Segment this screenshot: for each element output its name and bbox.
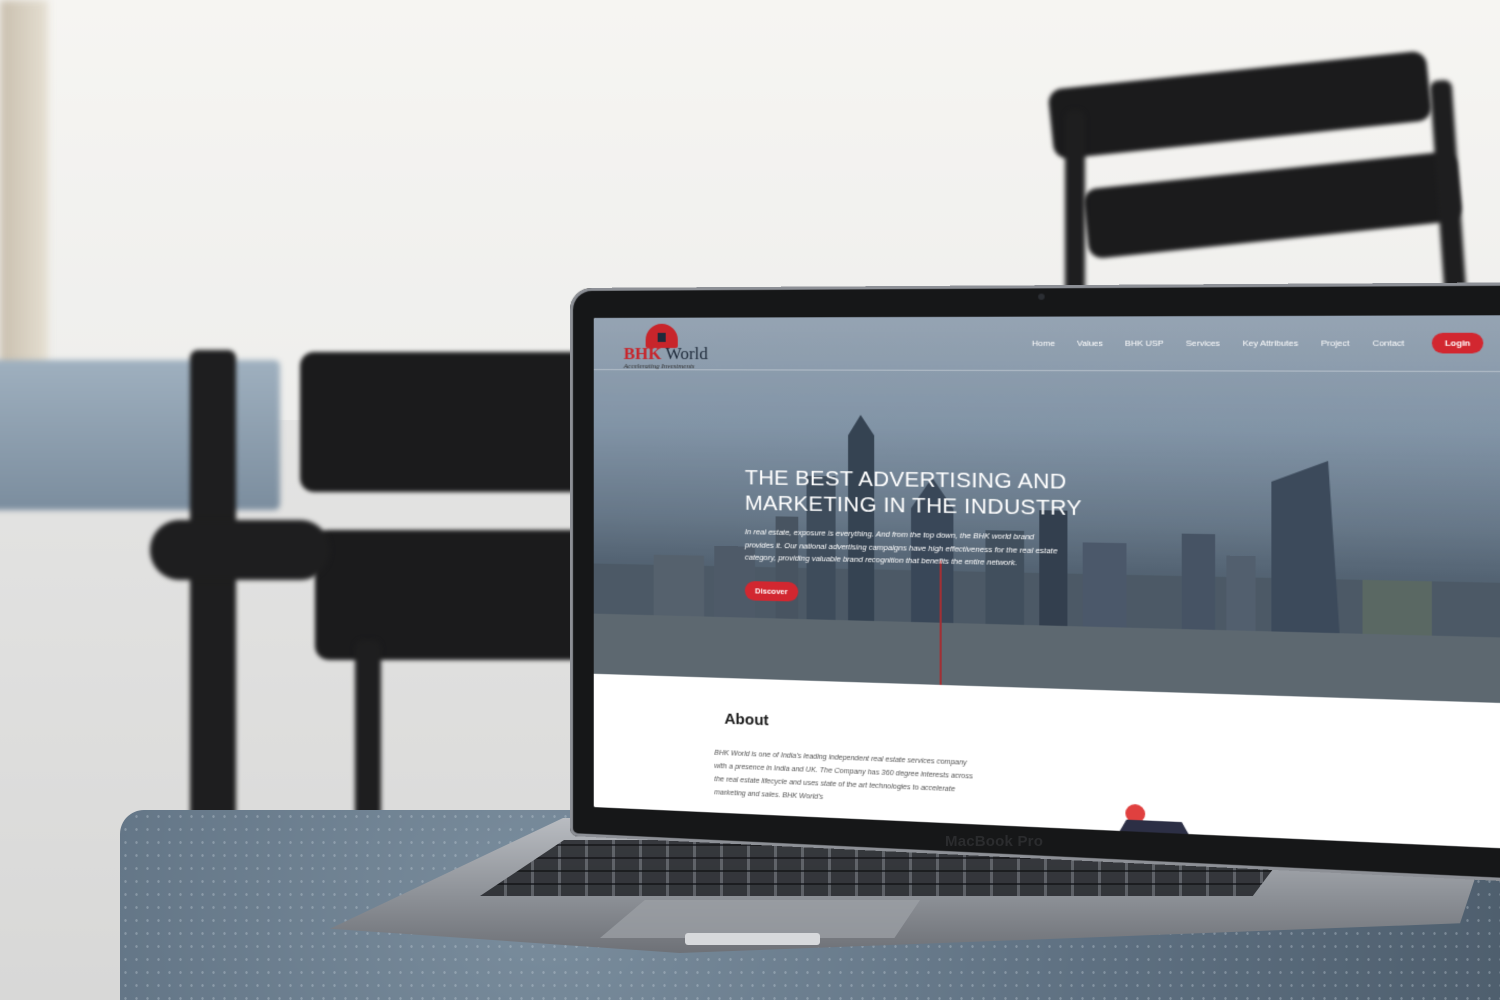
- login-button[interactable]: Login: [1432, 333, 1483, 354]
- chair-leg: [150, 520, 330, 580]
- nav-home[interactable]: Home: [1032, 339, 1055, 348]
- nav-values[interactable]: Values: [1077, 339, 1103, 348]
- nav-menu: Home Values BHK USP Services Key Attribu…: [1032, 333, 1483, 354]
- nav-services[interactable]: Services: [1186, 338, 1220, 348]
- about-title: About: [724, 710, 768, 729]
- nav-project[interactable]: Project: [1321, 338, 1349, 348]
- nav-bhk-usp[interactable]: BHK USP: [1125, 338, 1164, 348]
- about-section: About BHK World is one of India's leadin…: [594, 674, 1500, 850]
- nav-contact[interactable]: Contact: [1372, 338, 1404, 348]
- about-text: BHK World is one of India's leading inde…: [714, 747, 974, 811]
- macbook-label: MacBook Pro: [945, 833, 1085, 855]
- bhk-logo[interactable]: BHK World Accelerating Investments: [620, 324, 741, 365]
- chair-leg: [190, 350, 236, 830]
- about-illustration: [1105, 796, 1204, 843]
- discover-button[interactable]: Discover: [745, 580, 798, 601]
- lid-notch: [685, 933, 820, 945]
- chair-leg: [1065, 110, 1085, 310]
- hero-title: THE BEST ADVERTISING AND MARKETING IN TH…: [745, 465, 1105, 522]
- hero-section: BHK World Accelerating Investments Home …: [594, 315, 1500, 704]
- hero-description: In real estate, exposure is everything. …: [745, 526, 1061, 571]
- nav-key-attributes[interactable]: Key Attributes: [1242, 338, 1298, 348]
- top-nav: BHK World Accelerating Investments Home …: [594, 315, 1500, 372]
- logo-tagline: Accelerating Investments: [624, 362, 695, 370]
- background-table: [0, 360, 280, 510]
- laptop: BHK World Accelerating Investments Home …: [330, 288, 1490, 953]
- laptop-lid: BHK World Accelerating Investments Home …: [570, 282, 1500, 884]
- hero-copy: THE BEST ADVERTISING AND MARKETING IN TH…: [745, 465, 1105, 609]
- laptop-screen: BHK World Accelerating Investments Home …: [594, 315, 1500, 849]
- camera-icon: [1038, 294, 1044, 300]
